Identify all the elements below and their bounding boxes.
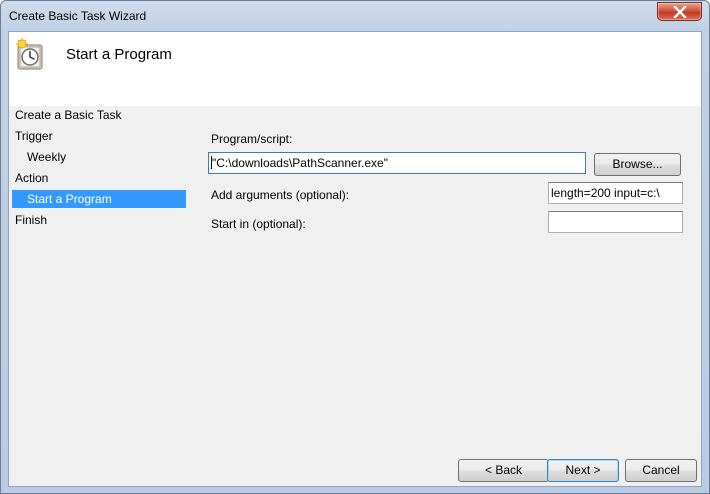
close-button[interactable] bbox=[657, 2, 702, 21]
page-title: Start a Program bbox=[66, 46, 172, 63]
program-script-input[interactable]: "C:\downloads\PathScanner.exe" bbox=[208, 152, 586, 174]
close-icon bbox=[673, 6, 687, 18]
window-title: Create Basic Task Wizard bbox=[9, 9, 147, 23]
next-button[interactable]: Next > bbox=[547, 459, 619, 482]
step-create-basic-task[interactable]: Create a Basic Task bbox=[15, 106, 122, 124]
back-button[interactable]: < Back bbox=[458, 459, 549, 482]
start-in-label: Start in (optional): bbox=[211, 217, 306, 231]
wizard-window: Create Basic Task Wizard Start a Program… bbox=[0, 0, 710, 494]
step-weekly[interactable]: Weekly bbox=[27, 148, 66, 166]
browse-button[interactable]: Browse... bbox=[594, 153, 681, 176]
program-script-value: "C:\downloads\PathScanner.exe" bbox=[212, 156, 388, 170]
task-scheduler-clock-icon bbox=[16, 38, 43, 70]
wizard-step-list: Create a Basic Task Trigger Weekly Actio… bbox=[9, 106, 199, 486]
step-finish[interactable]: Finish bbox=[15, 211, 47, 229]
program-script-label: Program/script: bbox=[211, 132, 293, 146]
start-in-input[interactable] bbox=[548, 211, 683, 233]
step-trigger[interactable]: Trigger bbox=[15, 127, 53, 145]
add-arguments-input[interactable]: length=200 input=c:\ bbox=[548, 182, 683, 204]
wizard-header: Start a Program bbox=[9, 32, 701, 106]
add-arguments-label: Add arguments (optional): bbox=[211, 188, 350, 202]
step-action[interactable]: Action bbox=[15, 169, 48, 187]
wizard-client-area: Start a Program Create a Basic Task Trig… bbox=[8, 31, 702, 487]
cancel-button[interactable]: Cancel bbox=[625, 459, 697, 482]
add-arguments-value: length=200 input=c:\ bbox=[551, 186, 660, 200]
step-start-a-program[interactable]: Start a Program bbox=[12, 190, 186, 208]
title-bar[interactable]: Create Basic Task Wizard bbox=[1, 1, 709, 31]
